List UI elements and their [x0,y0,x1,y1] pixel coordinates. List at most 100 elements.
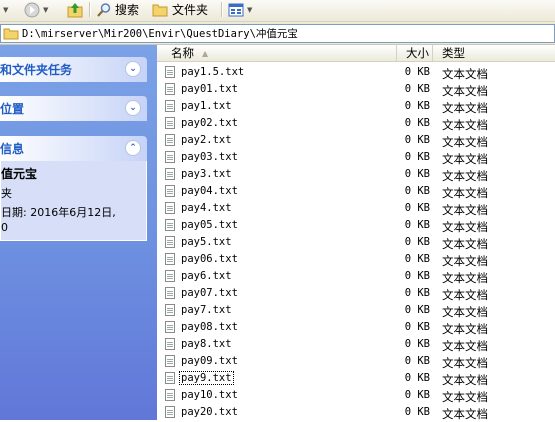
text-file-icon [165,185,175,197]
file-size: 0 KB [404,66,430,78]
expand-chevron-icon[interactable]: ⌄ [125,100,141,116]
file-type: 文本文档 [442,390,488,404]
file-name: pay04.txt [181,185,238,197]
file-name: pay3.txt [181,168,232,180]
file-row[interactable]: pay7.txt 0 KB 文本文档 [157,302,555,319]
file-size: 0 KB [404,389,430,401]
file-row[interactable]: pay10.txt 0 KB 文本文档 [157,387,555,404]
toolbar-separator [89,2,91,17]
search-icon [97,2,111,17]
file-size: 0 KB [404,372,430,384]
file-type: 文本文档 [442,288,488,302]
file-tasks-panel: 和文件夹任务 ⌄ [0,57,147,82]
file-size: 0 KB [404,151,430,163]
file-type: 文本文档 [442,186,488,200]
file-name: pay06.txt [181,253,238,265]
file-row[interactable]: pay9.txt 0 KB 文本文档 [157,370,555,387]
text-file-icon [165,134,175,146]
text-file-icon [165,151,175,163]
file-size: 0 KB [404,321,430,333]
column-name-label: 名称 [171,46,194,60]
back-dropdown[interactable]: ▼ [0,0,8,19]
views-button[interactable]: ▼ [228,0,252,19]
file-row[interactable]: pay20.txt 0 KB 文本文档 [157,404,555,421]
file-name: pay08.txt [181,321,238,333]
file-row[interactable]: pay01.txt 0 KB 文本文档 [157,81,555,98]
file-rows: pay1.5.txt 0 KB 文本文档 pay01.txt 0 KB 文本文档 pay1.… [157,64,555,421]
text-file-icon [165,83,175,95]
text-file-icon [165,287,175,299]
file-name: pay02.txt [181,117,238,129]
text-file-icon [165,100,175,112]
file-type: 文本文档 [442,254,488,268]
text-file-icon [165,219,175,231]
chevron-down-icon: ▼ [3,5,9,14]
file-type: 文本文档 [442,101,488,115]
file-row[interactable]: pay5.txt 0 KB 文本文档 [157,234,555,251]
sort-ascending-icon: ▲ [202,48,209,58]
column-header-name[interactable]: 名称 ▲ [157,45,397,62]
file-type: 文本文档 [442,220,488,234]
file-row[interactable]: pay08.txt 0 KB 文本文档 [157,319,555,336]
file-row[interactable]: pay3.txt 0 KB 文本文档 [157,166,555,183]
text-file-icon [165,236,175,248]
text-file-icon [165,168,175,180]
column-header-size[interactable]: 大小 [397,45,433,62]
text-file-icon [165,270,175,282]
folders-button[interactable]: 文件夹 [152,0,208,19]
file-row[interactable]: pay4.txt 0 KB 文本文档 [157,200,555,217]
search-button[interactable]: 搜索 [96,0,139,19]
text-file-icon [165,117,175,129]
file-row[interactable]: pay06.txt 0 KB 文本文档 [157,251,555,268]
up-folder-button[interactable] [66,0,84,19]
file-name: pay7.txt [181,304,232,316]
other-places-panel: 位置 ⌄ [0,96,147,121]
file-row[interactable]: pay1.5.txt 0 KB 文本文档 [157,64,555,81]
file-row[interactable]: pay6.txt 0 KB 文本文档 [157,268,555,285]
expand-chevron-icon[interactable]: ⌄ [125,61,141,77]
file-type: 文本文档 [442,356,488,370]
file-tasks-header[interactable]: 和文件夹任务 ⌄ [0,57,147,82]
address-bar: D:\mirserver\Mir200\Envir\QuestDiary\冲值元… [0,22,555,45]
details-item-type: 夹 [1,187,12,200]
forward-button[interactable]: ▼ [24,0,48,19]
collapse-chevron-icon[interactable]: ⌃ [125,140,141,156]
address-path: D:\mirserver\Mir200\Envir\QuestDiary\冲值元… [22,28,298,40]
file-name: pay05.txt [181,219,238,231]
file-type: 文本文档 [442,203,488,217]
file-name: pay09.txt [181,355,238,367]
file-type: 文本文档 [442,271,488,285]
file-row[interactable]: pay05.txt 0 KB 文本文档 [157,217,555,234]
column-size-label: 大小 [406,46,429,60]
file-row[interactable]: pay04.txt 0 KB 文本文档 [157,183,555,200]
details-modified-date: 日期: 2016年6月12日, [1,206,116,219]
file-row[interactable]: pay02.txt 0 KB 文本文档 [157,115,555,132]
file-name: pay10.txt [181,389,238,401]
file-row[interactable]: pay8.txt 0 KB 文本文档 [157,336,555,353]
file-row[interactable]: pay07.txt 0 KB 文本文档 [157,285,555,302]
file-size: 0 KB [404,287,430,299]
chevron-down-icon: ▼ [43,5,49,14]
file-row[interactable]: pay1.txt 0 KB 文本文档 [157,98,555,115]
details-header[interactable]: 信息 ⌃ [0,136,147,161]
file-name: pay9.txt [179,371,234,385]
other-places-header[interactable]: 位置 ⌄ [0,96,147,121]
details-item-name: 值元宝 [1,167,38,181]
file-name: pay20.txt [181,406,238,418]
file-size: 0 KB [404,236,430,248]
text-file-icon [165,406,175,418]
file-row[interactable]: pay2.txt 0 KB 文本文档 [157,132,555,149]
address-field[interactable]: D:\mirserver\Mir200\Envir\QuestDiary\冲值元… [0,24,555,43]
column-type-label: 类型 [442,46,465,60]
details-modified-time: 0 [1,221,8,234]
file-row[interactable]: pay09.txt 0 KB 文本文档 [157,353,555,370]
details-title: 信息 [0,142,25,156]
file-size: 0 KB [404,406,430,418]
forward-icon [24,2,40,17]
text-file-icon [165,66,175,78]
file-size: 0 KB [404,134,430,146]
file-size: 0 KB [404,117,430,129]
text-file-icon [165,355,175,367]
file-row[interactable]: pay03.txt 0 KB 文本文档 [157,149,555,166]
column-header-type[interactable]: 类型 [433,45,555,62]
